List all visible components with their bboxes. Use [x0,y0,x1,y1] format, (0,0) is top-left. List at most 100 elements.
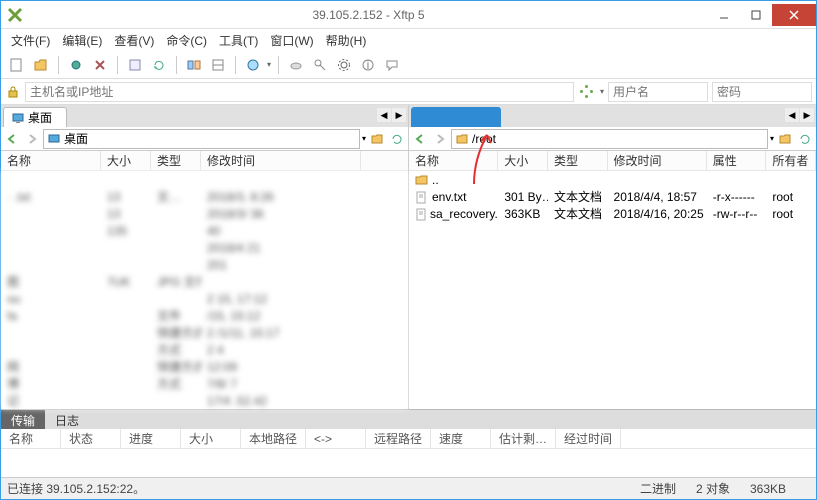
menu-tools[interactable]: 工具(T) [213,30,264,51]
column-header[interactable]: 属性 [707,151,767,170]
sync-button[interactable] [184,55,204,75]
menu-window[interactable]: 窗口(W) [264,30,319,51]
menu-file[interactable]: 文件(F) [5,30,56,51]
transfer-col[interactable]: 估计剩… [491,429,556,448]
refresh-button[interactable] [796,130,814,148]
host-input[interactable] [25,82,574,102]
info-button[interactable]: i [358,55,378,75]
column-header[interactable]: 类型 [548,151,608,170]
transfer-col[interactable]: 大小 [181,429,241,448]
remote-tab[interactable] [411,107,501,127]
column-header[interactable]: 名称 [1,151,101,170]
column-header[interactable]: 修改时间 [201,151,361,170]
transfer-col[interactable]: 状态 [61,429,121,448]
local-path-input[interactable]: 桌面 [43,129,360,149]
path-dropdown[interactable]: ▾ [362,134,366,143]
prop-button[interactable] [125,55,145,75]
new-folder-button[interactable] [368,130,386,148]
status-objects: 2 对象 [696,480,730,497]
menu-view[interactable]: 查看(V) [108,30,160,51]
chat-button[interactable] [382,55,402,75]
local-tab[interactable]: 桌面 [3,107,67,127]
column-header[interactable]: 类型 [151,151,201,170]
tab-log[interactable]: 日志 [45,410,89,429]
status-connection: 已连接 39.105.2.152:22。 [7,480,145,497]
tab-prev[interactable]: ◀ [785,108,799,122]
new-button[interactable] [7,55,27,75]
column-header[interactable]: 大小 [498,151,548,170]
transfer-col[interactable]: 本地路径 [241,429,306,448]
file-row[interactable]: · .txt13文…2018/3, 8:26 [1,188,408,205]
remote-path-input[interactable]: /root [451,129,768,149]
file-row[interactable]: 快捷方式2 /1/11, 15:17 [1,324,408,341]
back-button[interactable] [3,130,21,148]
file-row[interactable] [1,171,408,188]
remote-file-header: 名称大小类型修改时间属性所有者 [409,151,816,171]
file-row[interactable]: 方式2 4 [1,341,408,358]
transfer-col[interactable]: 远程路径 [366,429,431,448]
close-button[interactable] [772,4,816,26]
tab-prev[interactable]: ◀ [377,108,391,122]
file-row[interactable]: fa文件/15, 15:12 [1,307,408,324]
column-header[interactable]: 修改时间 [608,151,707,170]
file-row[interactable]: 网快捷方式 12:09 [1,358,408,375]
status-bar: 已连接 39.105.2.152:22。 二进制 2 对象 363KB [1,477,816,499]
tab-next[interactable]: ▶ [392,108,406,122]
connect-button[interactable] [66,55,86,75]
refresh-button[interactable] [388,130,406,148]
tab-next[interactable]: ▶ [800,108,814,122]
path-dropdown[interactable]: ▾ [770,134,774,143]
app-icon [7,7,23,23]
password-input[interactable] [712,82,812,102]
minimize-button[interactable] [708,4,740,26]
back-button[interactable] [411,130,429,148]
file-row[interactable]: 图7UKJPG 文件 [1,273,408,290]
file-row[interactable]: ou2 15, 17:12 [1,290,408,307]
transfer-col[interactable]: 速度 [431,429,491,448]
file-row[interactable]: .. [409,171,816,188]
transfer-col[interactable]: 经过时间 [556,429,621,448]
column-header[interactable]: 所有者 [766,151,816,170]
window-title: 39.105.2.152 - Xftp 5 [29,8,708,22]
address-bar: ▾ [1,79,816,105]
transfer-col[interactable]: 进度 [121,429,181,448]
transfer-header: 名称状态进度大小本地路径<->远程路径速度估计剩…经过时间 [1,429,816,449]
forward-button[interactable] [431,130,449,148]
dropdown-caret[interactable]: ▾ [600,87,604,96]
new-folder-button[interactable] [776,130,794,148]
cloud-button[interactable] [286,55,306,75]
menu-command[interactable]: 命令(C) [160,30,213,51]
forward-button[interactable] [23,130,41,148]
transfer-col[interactable]: <-> [306,429,366,448]
file-row[interactable]: 记17/4 .52.42 [1,392,408,409]
maximize-button[interactable] [740,4,772,26]
file-row[interactable]: 2018/4 21 [1,239,408,256]
column-header[interactable]: 名称 [409,151,498,170]
globe-button[interactable] [243,55,263,75]
local-file-list[interactable]: · .txt13文…2018/3, 8:26132018/3/ 36135402… [1,171,408,409]
file-row[interactable]: 201 [1,256,408,273]
column-header[interactable]: 大小 [101,151,151,170]
key-button[interactable] [310,55,330,75]
disconnect-button[interactable] [90,55,110,75]
quick-connect-icon[interactable] [578,83,596,101]
file-row[interactable]: env.txt301 By…文本文档2018/4/4, 18:57-r-x---… [409,188,816,205]
tab-transfer[interactable]: 传输 [1,410,45,429]
open-button[interactable] [31,55,51,75]
compare-button[interactable] [208,55,228,75]
file-row[interactable]: 13540 [1,222,408,239]
desktop-icon [12,112,24,124]
refresh-button[interactable] [149,55,169,75]
transfer-col[interactable]: 名称 [1,429,61,448]
remote-file-list[interactable]: ..env.txt301 By…文本文档2018/4/4, 18:57-r-x-… [409,171,816,409]
menu-edit[interactable]: 编辑(E) [56,30,108,51]
username-input[interactable] [608,82,708,102]
dropdown-caret[interactable]: ▾ [267,60,271,69]
menu-help[interactable]: 帮助(H) [320,30,373,51]
file-row[interactable]: 132018/3/ 36 [1,205,408,222]
status-size: 363KB [750,482,810,496]
lock-icon [5,84,21,100]
file-row[interactable]: 博方式7/8/ 7 [1,375,408,392]
gear-button[interactable] [334,55,354,75]
file-row[interactable]: sa_recovery.log363KB文本文档2018/4/16, 20:25… [409,205,816,222]
